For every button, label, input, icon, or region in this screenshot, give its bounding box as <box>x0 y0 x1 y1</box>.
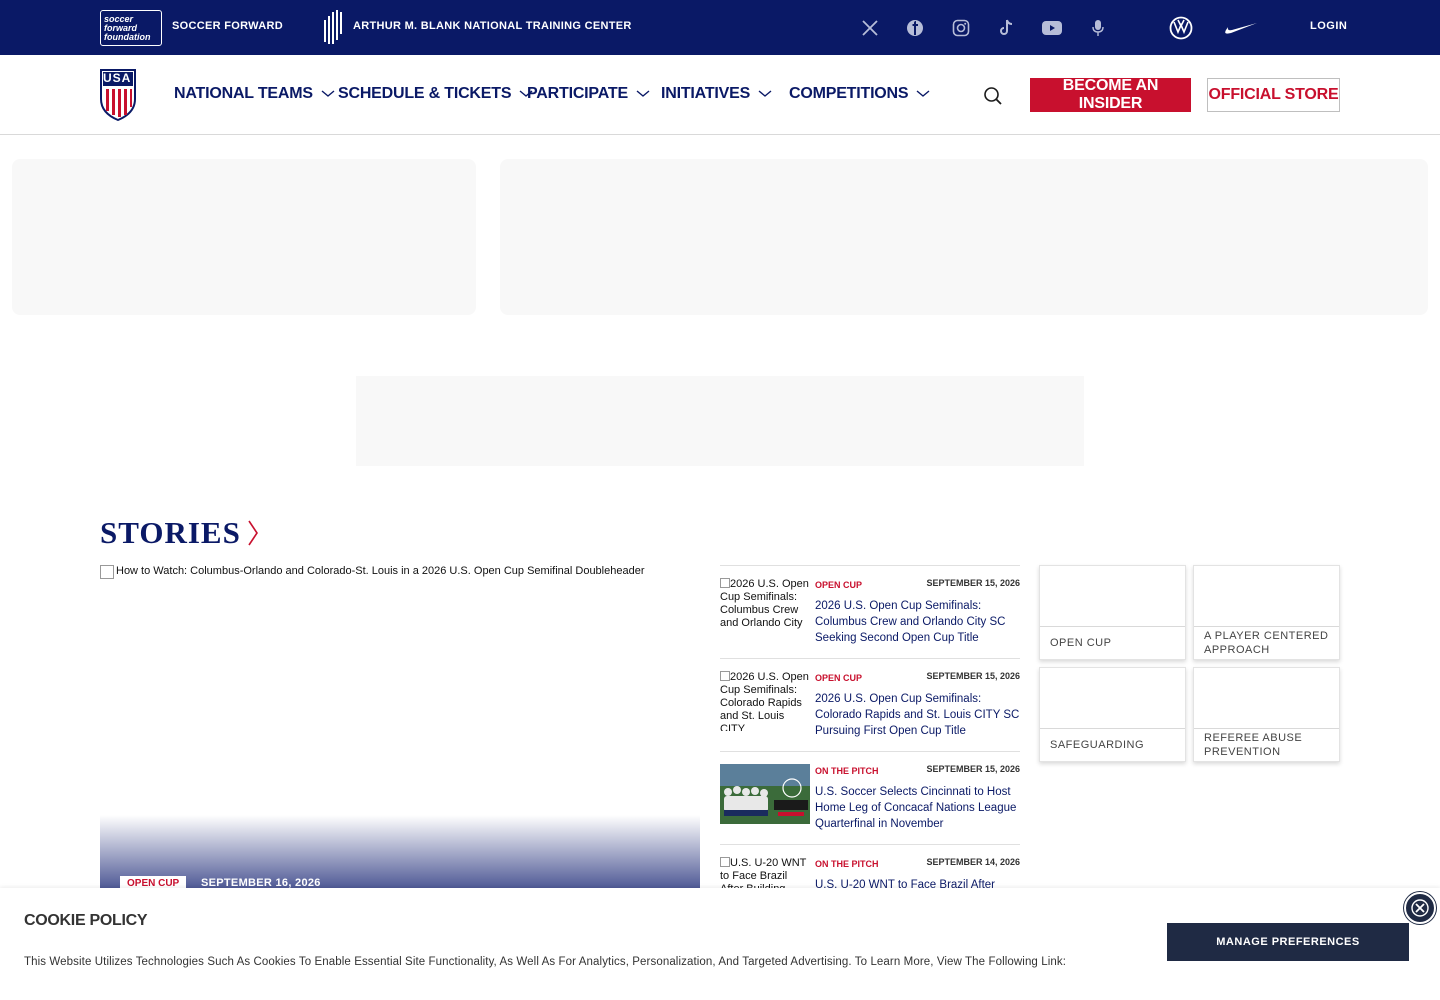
login-link[interactable]: LOGIN <box>1310 20 1347 32</box>
training-center-logo[interactable] <box>322 10 344 44</box>
chevron-down-icon <box>758 90 772 97</box>
tile-label: SAFEGUARDING <box>1040 728 1185 761</box>
tile-referee-abuse-prevention[interactable]: REFEREE ABUSE PREVENTION <box>1193 667 1340 762</box>
featured-story-overlay <box>100 815 700 888</box>
training-center-link[interactable]: ARTHUR M. BLANK NATIONAL TRAINING CENTER <box>353 20 632 32</box>
featured-story-tag[interactable]: OPEN CUP <box>120 876 187 888</box>
chevron-right-icon <box>248 520 258 546</box>
tile-label: REFEREE ABUSE PREVENTION <box>1194 728 1339 761</box>
story-thumbnail-alt: 2026 U.S. Open Cup Semifinals: Columbus … <box>720 578 809 629</box>
story-thumbnail: 2026 U.S. Open Cup Semifinals: Colorado … <box>720 671 810 731</box>
list-item[interactable]: 2026 U.S. Open Cup Semifinals: Columbus … <box>720 565 1020 658</box>
nav-competitions-label: COMPETITIONS <box>789 85 909 102</box>
top-bar: soccer forward foundation SOCCER FORWARD… <box>0 0 1440 55</box>
story-date: SEPTEMBER 15, 2026 <box>926 764 1020 774</box>
story-category: OPEN CUP <box>815 580 863 590</box>
cookie-banner: COOKIE POLICY This Website Utilizes Tech… <box>0 888 1440 1000</box>
list-item[interactable]: ON THE PITCH SEPTEMBER 15, 2026 U.S. Soc… <box>720 751 1020 844</box>
broken-image-icon <box>720 857 730 867</box>
chevron-down-icon <box>321 90 335 97</box>
tile-open-cup[interactable]: OPEN CUP <box>1039 565 1186 660</box>
story-headline[interactable]: U.S. U-20 WNT to Face Brazil After Build… <box>815 877 1020 888</box>
facebook-icon[interactable] <box>904 17 926 39</box>
nav-national-teams[interactable]: NATIONAL TEAMS <box>174 85 335 103</box>
team-huddle-photo <box>720 764 810 824</box>
nav-national-teams-label: NATIONAL TEAMS <box>174 85 313 102</box>
story-thumbnail: U.S. U-20 WNT to Face Brazil After Build… <box>720 857 810 888</box>
chevron-down-icon <box>636 90 650 97</box>
story-category: ON THE PITCH <box>815 766 879 776</box>
story-thumbnail: 2026 U.S. Open Cup Semifinals: Columbus … <box>720 578 810 638</box>
story-thumbnail-alt: U.S. U-20 WNT to Face Brazil After Build… <box>720 857 807 888</box>
tiktok-icon[interactable] <box>995 17 1017 39</box>
nav-competitions[interactable]: COMPETITIONS <box>789 85 930 103</box>
nav-initiatives[interactable]: INITIATIVES <box>661 85 772 103</box>
story-thumbnail <box>720 764 810 824</box>
stories-heading[interactable]: STORIES <box>100 515 259 551</box>
story-list: 2026 U.S. Open Cup Semifinals: Columbus … <box>720 565 1020 888</box>
content-placeholder-right <box>500 159 1428 315</box>
list-item[interactable]: U.S. U-20 WNT to Face Brazil After Build… <box>720 844 1020 888</box>
broken-image-icon <box>100 565 114 579</box>
ad-placeholder <box>356 376 1084 466</box>
nav-participate[interactable]: PARTICIPATE <box>527 85 650 103</box>
nav-schedule-tickets-label: SCHEDULE & TICKETS <box>338 85 512 102</box>
nike-logo[interactable] <box>1224 14 1258 42</box>
featured-story-date: SEPTEMBER 16, 2026 <box>201 877 321 888</box>
close-icon <box>1411 899 1429 917</box>
nav-participate-label: PARTICIPATE <box>527 85 628 102</box>
featured-story-image: How to Watch: Columbus-Orlando and Color… <box>100 565 645 579</box>
manage-preferences-button[interactable]: MANAGE PREFERENCES <box>1167 923 1409 961</box>
broken-image-icon <box>720 578 730 588</box>
cookie-title: COOKIE POLICY <box>24 912 148 929</box>
story-date: SEPTEMBER 14, 2026 <box>926 857 1020 867</box>
story-headline[interactable]: 2026 U.S. Open Cup Semifinals: Columbus … <box>815 598 1020 646</box>
podcast-icon[interactable] <box>1087 17 1109 39</box>
tile-safeguarding[interactable]: SAFEGUARDING <box>1039 667 1186 762</box>
chevron-down-icon <box>916 90 930 97</box>
soccer-forward-link[interactable]: SOCCER FORWARD <box>172 20 283 32</box>
story-category: ON THE PITCH <box>815 859 879 869</box>
story-thumbnail-alt: 2026 U.S. Open Cup Semifinals: Colorado … <box>720 671 809 731</box>
tile-label: A PLAYER CENTERED APPROACH <box>1194 626 1339 659</box>
story-headline[interactable]: U.S. Soccer Selects Cincinnati to Host H… <box>815 784 1020 832</box>
crest-text: USA <box>103 71 132 85</box>
cookie-body: This Website Utilizes Technologies Such … <box>24 956 1067 968</box>
stories-title: STORIES <box>100 515 241 550</box>
featured-story[interactable]: How to Watch: Columbus-Orlando and Color… <box>100 565 700 888</box>
broken-image-icon <box>720 671 730 681</box>
search-icon[interactable] <box>982 85 1004 107</box>
x-icon[interactable] <box>859 17 881 39</box>
content-placeholder-left <box>12 159 476 315</box>
nav-initiatives-label: INITIATIVES <box>661 85 751 102</box>
story-date: SEPTEMBER 15, 2026 <box>926 578 1020 588</box>
list-item[interactable]: 2026 U.S. Open Cup Semifinals: Colorado … <box>720 658 1020 751</box>
story-date: SEPTEMBER 15, 2026 <box>926 671 1020 681</box>
tile-player-centered-approach[interactable]: A PLAYER CENTERED APPROACH <box>1193 565 1340 660</box>
story-headline[interactable]: 2026 U.S. Open Cup Semifinals: Colorado … <box>815 691 1020 739</box>
close-cookie-button[interactable] <box>1404 892 1436 924</box>
nav-schedule-tickets[interactable]: SCHEDULE & TICKETS <box>338 85 533 103</box>
become-insider-button[interactable]: BECOME AN INSIDER <box>1030 77 1191 112</box>
official-store-button[interactable]: OFFICIAL STORE <box>1207 78 1340 112</box>
main-navigation: USA NATIONAL TEAMS SCHEDULE & TICKETS PA… <box>0 55 1440 135</box>
youtube-icon[interactable] <box>1041 17 1063 39</box>
soccer-forward-logo[interactable]: soccer forward foundation <box>100 10 162 46</box>
volkswagen-logo[interactable] <box>1168 14 1194 42</box>
tile-label: OPEN CUP <box>1040 626 1185 659</box>
instagram-icon[interactable] <box>950 17 972 39</box>
featured-story-image-alt: How to Watch: Columbus-Orlando and Color… <box>116 565 645 577</box>
story-category: OPEN CUP <box>815 673 863 683</box>
